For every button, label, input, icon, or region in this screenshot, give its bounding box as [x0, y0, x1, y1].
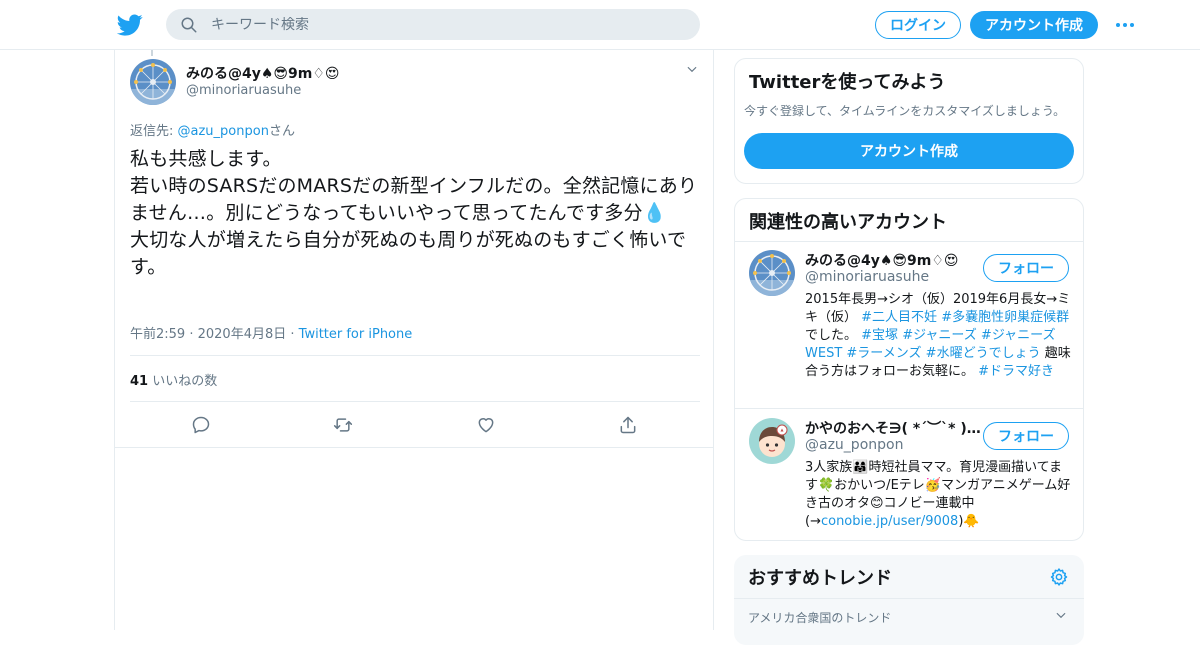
- tweet-timestamp: 午前2:59 · 2020年4月8日 · Twitter for iPhone: [130, 327, 413, 342]
- more-dots-icon[interactable]: [1116, 19, 1136, 31]
- divider: [735, 241, 1083, 242]
- hashtag-link[interactable]: #宝塚: [861, 328, 898, 343]
- tweet-author-name[interactable]: みのる@4y♠😎9m♢😍: [186, 63, 340, 83]
- divider: [734, 598, 1084, 599]
- bio-text: でした。: [805, 328, 862, 343]
- divider: [735, 408, 1083, 409]
- avatar[interactable]: [749, 418, 795, 464]
- trends-card: おすすめトレンド アメリカ合衆国のトレンド: [734, 555, 1084, 645]
- bio-text: )🐥: [958, 514, 980, 529]
- account-bio: 3人家族👨‍👩‍👧時短社員ママ。育児漫画描いてます🍀おかいつ/Eテレ🥳マンガアニ…: [805, 459, 1071, 531]
- account-name[interactable]: かやのおへそ∋( *´︶`* )…: [805, 418, 981, 438]
- related-accounts-title: 関連性の高いアカウント: [749, 212, 947, 233]
- signup-card-create-account-button[interactable]: アカウント作成: [744, 133, 1074, 169]
- retweet-icon[interactable]: [333, 415, 353, 435]
- tweet-author-handle[interactable]: @minoriaruasuhe: [186, 83, 301, 98]
- gear-icon[interactable]: [1049, 567, 1069, 587]
- likes-stat[interactable]: 41 いいねの数: [130, 370, 217, 389]
- hashtag-link[interactable]: #ドラマ好き: [978, 364, 1054, 379]
- reply-icon[interactable]: [191, 415, 211, 435]
- follow-button[interactable]: フォロー: [983, 254, 1069, 282]
- tweet-time[interactable]: 午前2:59: [130, 327, 185, 342]
- create-account-button[interactable]: アカウント作成: [970, 11, 1098, 39]
- reply-prefix: 返信先:: [130, 124, 178, 139]
- reply-to-line: 返信先: @azu_ponponさん: [130, 120, 295, 139]
- divider: [115, 447, 713, 448]
- tweet-date[interactable]: 2020年4月8日: [198, 327, 287, 342]
- signup-card-title: Twitterを使ってみよう: [749, 72, 946, 93]
- search-input[interactable]: [211, 16, 691, 33]
- twitter-bird-icon[interactable]: [117, 12, 143, 38]
- hashtag-link[interactable]: #ラーメンズ: [846, 346, 921, 361]
- likes-label: いいねの数: [152, 374, 218, 389]
- signup-card: Twitterを使ってみよう 今すぐ登録して、タイムラインをカスタマイズしましょ…: [734, 58, 1084, 184]
- tweet-column: みのる@4y♠😎9m♢😍 @minoriaruasuhe 返信先: @azu_p…: [114, 50, 714, 630]
- account-name[interactable]: みのる@4y♠😎9m♢😍: [805, 250, 959, 270]
- trends-location: アメリカ合衆国のトレンド: [748, 611, 892, 625]
- signup-card-subtitle: 今すぐ登録して、タイムラインをカスタマイズしましょう。: [744, 104, 1066, 118]
- tweet-actions: [115, 402, 713, 448]
- reply-suffix: さん: [268, 124, 295, 139]
- login-button[interactable]: ログイン: [875, 11, 961, 39]
- account-handle[interactable]: @minoriaruasuhe: [805, 269, 929, 285]
- chevron-down-icon[interactable]: [1054, 608, 1068, 622]
- top-navigation-bar: ログイン アカウント作成: [0, 0, 1200, 50]
- trends-title: おすすめトレンド: [748, 568, 892, 589]
- search-icon: [181, 17, 197, 32]
- follow-button[interactable]: フォロー: [983, 422, 1069, 450]
- chevron-down-icon[interactable]: [685, 62, 699, 76]
- tweet-source-link[interactable]: Twitter for iPhone: [299, 327, 413, 342]
- search-box[interactable]: [166, 9, 700, 40]
- account-handle[interactable]: @azu_ponpon: [805, 437, 903, 453]
- hashtag-link[interactable]: #水曜どうでしょう: [926, 346, 1041, 361]
- profile-link[interactable]: conobie.jp/user/9008: [821, 514, 958, 529]
- account-bio: 2015年長男→シオ（仮）2019年6月長女→ミキ（仮） #二人目不妊 #多嚢胞…: [805, 291, 1071, 381]
- hashtag-link[interactable]: #ジャニーズ: [902, 328, 977, 343]
- reply-to-link[interactable]: @azu_ponpon: [178, 124, 269, 139]
- thread-connector: [151, 50, 153, 56]
- divider: [130, 355, 700, 356]
- tweet-text: 私も共感します。 若い時のSARSだのMARSだの新型インフルだの。全然記憶にあ…: [130, 148, 698, 278]
- hashtag-link[interactable]: #二人目不妊: [861, 310, 937, 325]
- avatar[interactable]: [749, 250, 795, 296]
- hashtag-link[interactable]: #多嚢胞性卵巣症候群: [941, 310, 1069, 325]
- related-accounts-card: 関連性の高いアカウント みのる@4y♠😎9m♢😍 @minoriaruasuhe…: [734, 198, 1084, 541]
- share-icon[interactable]: [618, 415, 638, 435]
- likes-count: 41: [130, 374, 149, 389]
- avatar[interactable]: [130, 59, 176, 105]
- like-heart-icon[interactable]: [476, 415, 496, 435]
